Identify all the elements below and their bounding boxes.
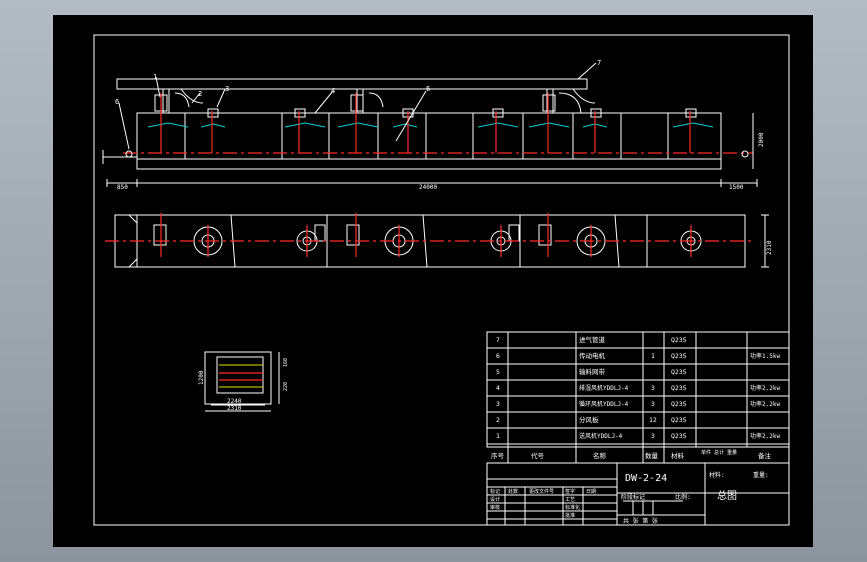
bill-of-materials: 7 进气管道 Q235 6 传动电机 1 Q235 功率1.5kw 5 输料网带…: [486, 331, 790, 463]
bom-mat-6: Q235: [671, 352, 687, 360]
tb-count: 处数: [508, 488, 518, 495]
bom-no-2: 2: [496, 416, 500, 424]
bom-name-6: 传动电机: [579, 351, 606, 360]
bom-header-code: 代号: [531, 451, 545, 460]
callout-4: 4: [331, 87, 335, 95]
drawing-border: [93, 34, 790, 526]
bom-header-note: 备注: [758, 451, 772, 460]
elevation-view: 1 2 3 4 6 6 7 850 24000 1500 2000: [102, 59, 765, 191]
callout-3: 3: [225, 85, 229, 93]
section-inner-h2: 220: [283, 382, 289, 391]
dim-width: 2310: [766, 240, 773, 255]
bom-note-6: 功率1.5kw: [750, 352, 780, 360]
callout-7: 7: [597, 59, 601, 67]
bom-no-7: 7: [496, 336, 500, 344]
bom-mat-3: Q235: [671, 400, 687, 408]
bom-note-4: 功率2.2kw: [750, 384, 780, 392]
dim-right-offset: 1500: [729, 184, 744, 191]
tb-sign: 签字: [565, 488, 575, 495]
drawing-canvas: 1 2 3 4 6 6 7 850 24000 1500 2000 2310 1…: [93, 34, 790, 526]
callout-2: 2: [198, 90, 202, 98]
bom-mat-2: Q235: [671, 416, 687, 424]
bom-note-1: 功率2.2kw: [750, 432, 780, 440]
dim-height: 2000: [758, 132, 765, 147]
plan-view: 2310: [105, 213, 773, 268]
bom-header-material: 材料: [671, 451, 685, 460]
intake-pipe: [116, 78, 588, 90]
section-view: 1200 160 220 2240 2310: [198, 351, 289, 412]
bom-header-no: 序号: [491, 451, 505, 460]
bom-qty-4: 3: [651, 384, 655, 392]
bom-no-3: 3: [496, 400, 500, 408]
section-height: 1200: [198, 370, 205, 385]
bom-no-5: 5: [496, 368, 500, 376]
tb-mark: 标记: [490, 488, 500, 495]
drawing-name: 总图: [717, 489, 737, 502]
tb-change-doc: 更改文件号: [529, 488, 554, 495]
bom-name-3: 循环风机YDDLJ-4: [579, 400, 629, 408]
bom-no-4: 4: [496, 384, 500, 392]
bom-mat-4: Q235: [671, 384, 687, 392]
bom-mat-7: Q235: [671, 336, 687, 344]
callout-6-pipe: 6: [426, 85, 430, 93]
bom-header-qty: 数量: [645, 451, 659, 460]
scale-label: 比例:: [675, 493, 691, 501]
title-block: DW-2-24 总图 材料: 比例: 重量: 阶段标记 共 张 第 张 标记 处…: [486, 462, 790, 526]
bom-header-weight: 单件 总计 重量: [701, 449, 737, 456]
section-width-inner: 2240: [227, 398, 242, 405]
tb-review: 审核: [490, 504, 500, 511]
dryer-body: [136, 112, 722, 160]
tb-standard: 标准化: [565, 504, 580, 511]
drawing-number: DW-2-24: [625, 473, 667, 484]
bom-qty-3: 3: [651, 400, 655, 408]
bom-mat-1: Q235: [671, 432, 687, 440]
dim-total-length: 24000: [419, 184, 437, 191]
bom-name-7: 进气管道: [579, 335, 606, 344]
dim-left-offset: 850: [117, 184, 128, 191]
cad-viewport[interactable]: 1 2 3 4 6 6 7 850 24000 1500 2000 2310 1…: [53, 15, 813, 547]
stage-label: 阶段标记: [621, 493, 645, 501]
tb-process: 工艺: [565, 497, 575, 503]
callout-1: 1: [153, 73, 157, 81]
bom-qty-2: 12: [649, 416, 657, 424]
tb-date: 日期: [586, 489, 596, 495]
bom-name-1: 送风机YDDLJ-4: [579, 432, 623, 440]
bom-name-4: 排湿风机YDDLJ-4: [579, 384, 629, 392]
bom-header-name: 名称: [593, 451, 607, 460]
bom-name-2: 分风板: [579, 415, 599, 424]
bom-name-5: 输料网带: [579, 367, 606, 376]
tb-approve: 批准: [565, 512, 575, 519]
weight-label: 重量:: [753, 471, 769, 479]
bom-no-6: 6: [496, 352, 500, 360]
section-inner-h1: 160: [283, 358, 289, 367]
bom-no-1: 1: [496, 432, 500, 440]
callout-6-motor: 6: [115, 98, 119, 106]
tb-design: 设计: [490, 496, 500, 503]
bom-qty-6: 1: [651, 352, 655, 360]
sheet-label: 共 张 第 张: [623, 517, 658, 525]
bom-note-3: 功率2.2kw: [750, 400, 780, 408]
material-label: 材料:: [709, 471, 725, 479]
bom-qty-1: 3: [651, 432, 655, 440]
section-width-outer: 2310: [227, 405, 242, 412]
bom-mat-5: Q235: [671, 368, 687, 376]
